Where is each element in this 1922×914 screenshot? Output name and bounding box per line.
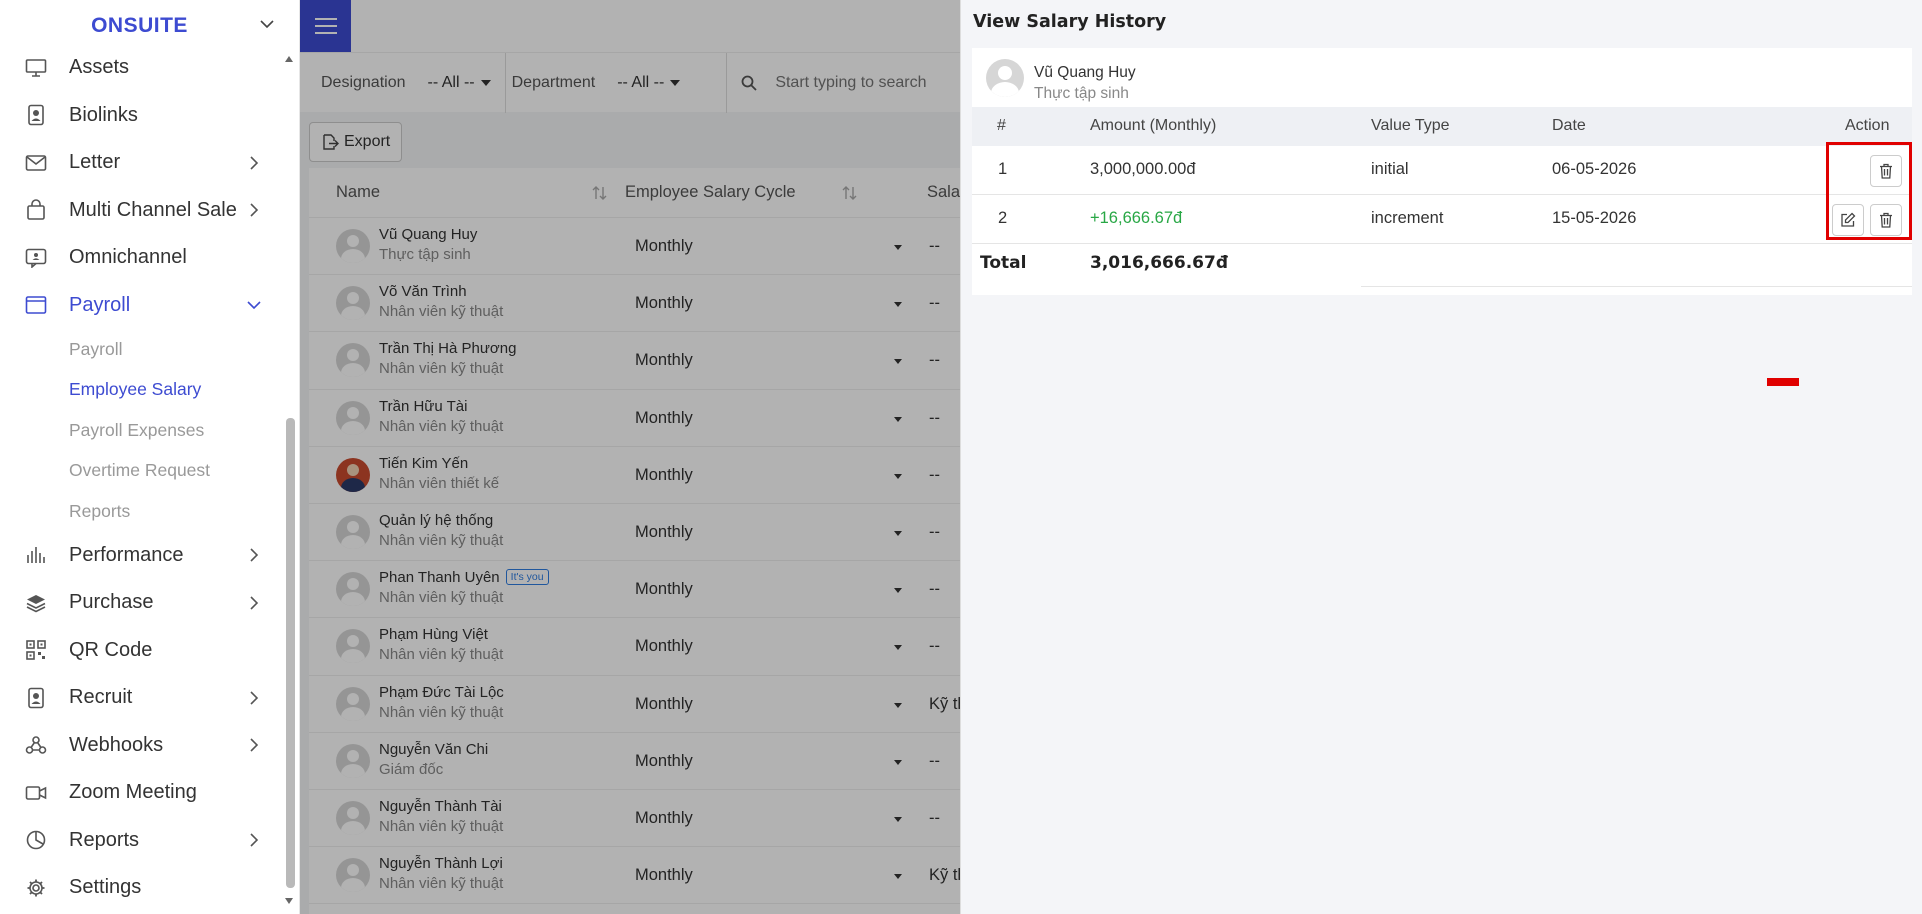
column-header-action: Action	[1845, 117, 1890, 134]
salary-history-card: Vũ Quang Huy Thực tập sinh # Amount (Mon…	[972, 48, 1912, 295]
history-row: 1 3,000,000.00đ initial 06-05-2026	[972, 146, 1912, 195]
sidebar-item-label: Reports	[69, 828, 140, 851]
sidebar-item-recruit[interactable]: Recruit	[0, 674, 280, 722]
total-row: Total 3,016,666.67đ	[972, 244, 1912, 286]
column-header-amount: Amount (Monthly)	[1090, 117, 1217, 134]
sidebar-item-multi-channel-sale[interactable]: Multi Channel Sale	[0, 187, 280, 235]
sidebar-item-settings[interactable]: Settings	[0, 864, 280, 912]
column-header-date: Date	[1552, 117, 1586, 134]
divider	[1361, 286, 1912, 287]
sidebar-item-assets[interactable]: Assets	[0, 44, 280, 92]
chevron-down-icon	[247, 301, 261, 310]
sidebar-item-label: Multi Channel Sale	[69, 198, 237, 221]
sidebar-item-label: Webhooks	[69, 733, 164, 756]
row-amount: 3,000,000.00đ	[1090, 160, 1196, 178]
sidebar-item-purchase[interactable]: Purchase	[0, 579, 280, 627]
chat-icon	[24, 246, 48, 270]
sidebar-item-label: Purchase	[69, 591, 154, 614]
avatar	[986, 59, 1024, 97]
employee-role: Thực tập sinh	[1034, 85, 1129, 102]
chevron-right-icon	[250, 203, 259, 217]
row-num: 2	[998, 209, 1008, 227]
sidebar-subitem-payroll[interactable]: Payroll	[0, 329, 280, 370]
row-type: initial	[1371, 160, 1409, 178]
sidebar-item-label: Performance	[69, 543, 184, 566]
sidebar-item-label: Letter	[69, 151, 121, 174]
brand-name: ONSUITE	[91, 14, 188, 37]
sidebar-item-payroll[interactable]: Payroll	[0, 282, 280, 330]
sidebar-item-letter[interactable]: Letter	[0, 139, 280, 187]
monitor-icon	[24, 56, 48, 80]
action-highlight-box	[1826, 142, 1912, 240]
sidebar-item-label: Omnichannel	[69, 246, 187, 269]
chevron-right-icon	[250, 691, 259, 705]
gear-icon	[24, 876, 48, 900]
sidebar-item-zoom-meeting[interactable]: Zoom Meeting	[0, 769, 280, 817]
employee-name: Vũ Quang Huy	[1034, 64, 1136, 81]
chevron-right-icon	[250, 156, 259, 170]
sidebar-subitem-overtime-request[interactable]: Overtime Request	[0, 451, 280, 492]
sidebar-scroll-thumb[interactable]	[286, 418, 295, 888]
id-card-icon	[24, 686, 48, 710]
sidebar-item-reports[interactable]: Reports	[0, 817, 280, 865]
sidebar-subitem-payroll-expenses[interactable]: Payroll Expenses	[0, 410, 280, 451]
sidebar-item-label: QR Code	[69, 638, 153, 661]
history-table-header: # Amount (Monthly) Value Type Date Actio…	[972, 107, 1912, 146]
sidebar-nav: Assets Biolinks Letter Multi Channel Sale Om…	[0, 44, 280, 912]
scroll-down-icon	[285, 898, 293, 904]
shopping-bag-icon	[24, 198, 48, 222]
column-header-type: Value Type	[1371, 117, 1450, 134]
row-date: 06-05-2026	[1552, 160, 1637, 178]
chevron-right-icon	[250, 596, 259, 610]
chevron-right-icon	[250, 738, 259, 752]
sidebar-item-label: Recruit	[69, 686, 133, 709]
chevron-down-icon	[260, 20, 274, 29]
salary-history-panel: View Salary History Vũ Quang Huy Thực tậ…	[960, 0, 1922, 914]
total-label: Total	[980, 253, 1027, 273]
sidebar-item-performance[interactable]: Performance	[0, 532, 280, 580]
qr-code-icon	[24, 638, 48, 662]
sidebar-item-qr-code[interactable]: QR Code	[0, 627, 280, 675]
scroll-up-icon	[285, 56, 293, 62]
pie-chart-icon	[24, 828, 48, 852]
bar-chart-icon	[24, 543, 48, 567]
sidebar: ONSUITE Assets Biolinks Letter Multi Channe…	[0, 0, 300, 914]
sidebar-subitem-reports[interactable]: Reports	[0, 491, 280, 532]
sidebar-subitem-employee-salary[interactable]: Employee Salary	[0, 370, 280, 411]
history-row: 2 +16,666.67đ increment 15-05-2026	[972, 195, 1912, 244]
sidebar-item-webhooks[interactable]: Webhooks	[0, 722, 280, 770]
sidebar-item-label: Settings	[69, 876, 142, 899]
sidebar-item-omnichannel[interactable]: Omnichannel	[0, 234, 280, 282]
sidebar-item-label: Payroll	[69, 293, 131, 316]
panel-title: View Salary History	[973, 12, 1167, 32]
row-type: increment	[1371, 209, 1444, 227]
row-date: 15-05-2026	[1552, 209, 1637, 227]
sidebar-item-biolinks[interactable]: Biolinks	[0, 92, 280, 140]
video-icon	[24, 781, 48, 805]
total-value: 3,016,666.67đ	[1090, 253, 1229, 273]
row-amount: +16,666.67đ	[1090, 209, 1183, 227]
row-num: 1	[998, 160, 1008, 178]
column-header-num: #	[997, 117, 1006, 134]
red-marker	[1767, 378, 1799, 386]
layers-icon	[24, 591, 48, 615]
sidebar-item-label: Biolinks	[69, 103, 138, 126]
chevron-right-icon	[250, 548, 259, 562]
sidebar-item-label: Assets	[69, 56, 130, 79]
envelope-icon	[24, 151, 48, 175]
chevron-right-icon	[250, 833, 259, 847]
wallet-icon	[24, 293, 48, 317]
id-badge-icon	[24, 103, 48, 127]
webhook-icon	[24, 733, 48, 757]
sidebar-item-label: Zoom Meeting	[69, 781, 197, 804]
